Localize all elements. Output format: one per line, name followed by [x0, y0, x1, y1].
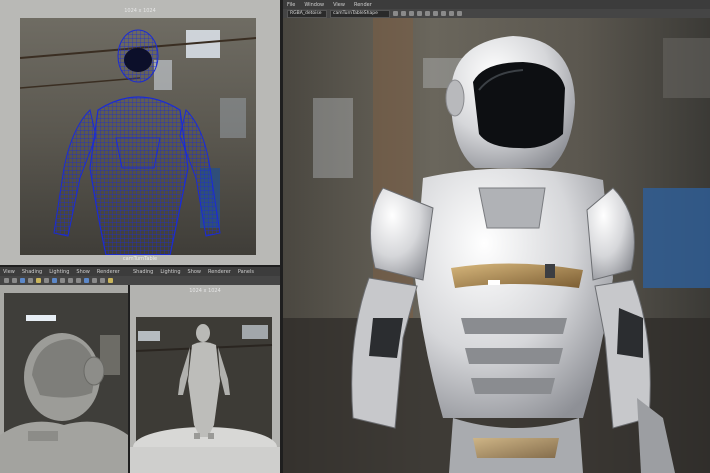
menu-window[interactable]: Window: [304, 2, 324, 8]
render-view-toolbar: RGBA_detoise camTurnTableShape: [283, 9, 710, 18]
zoom-icon[interactable]: [457, 11, 462, 16]
menu-shading-2[interactable]: Shading: [133, 269, 153, 275]
top-viewport-camera-label: camTurnTable: [122, 256, 158, 262]
gamma-icon[interactable]: [108, 278, 113, 283]
menu-renderer-2[interactable]: Renderer: [208, 269, 231, 275]
helmet-scene: [0, 293, 128, 473]
menu-view[interactable]: View: [3, 269, 15, 275]
layer-dropdown[interactable]: RGBA_detoise: [287, 9, 327, 18]
resolution-gate-icon[interactable]: [92, 278, 97, 283]
figure-viewport[interactable]: 1024 x 1024: [130, 285, 280, 473]
menu-renderer[interactable]: Renderer: [97, 269, 120, 275]
camera-dropdown[interactable]: camTurnTableShape: [330, 9, 390, 18]
menu-show[interactable]: Show: [76, 269, 90, 275]
color-icon[interactable]: [425, 11, 430, 16]
wireframe-viewport[interactable]: [20, 18, 256, 255]
left-top-panel: 1024 x 1024 camTurnTable: [0, 0, 280, 265]
frame-icon[interactable]: [76, 278, 81, 283]
grid-icon[interactable]: [28, 278, 33, 283]
xray-icon[interactable]: [60, 278, 65, 283]
figure-viewport-resolution: 1024 x 1024: [189, 288, 221, 294]
menu-shading[interactable]: Shading: [22, 269, 42, 275]
menu-file[interactable]: File: [287, 2, 295, 8]
bottom-left-menubar: View Shading Lighting Show Renderer: [0, 267, 131, 276]
menu-view-render[interactable]: View: [333, 2, 345, 8]
menu-render[interactable]: Render: [354, 2, 372, 8]
menu-show-2[interactable]: Show: [188, 269, 202, 275]
gamma-icon-render[interactable]: [441, 11, 446, 16]
menu-lighting[interactable]: Lighting: [49, 269, 69, 275]
bottom-toolbar: [0, 276, 284, 285]
texture-icon[interactable]: [52, 278, 57, 283]
render-icon[interactable]: [393, 11, 398, 16]
bottom-right-menubar: Shading Lighting Show Renderer Panels: [130, 267, 283, 276]
shade-icon[interactable]: [44, 278, 49, 283]
render-image[interactable]: [283, 18, 710, 473]
top-viewport-resolution: 1024 x 1024: [124, 8, 156, 14]
exposure-icon[interactable]: [433, 11, 438, 16]
snapshot-icon[interactable]: [401, 11, 406, 16]
hud-icon[interactable]: [100, 278, 105, 283]
isolate-icon[interactable]: [68, 278, 73, 283]
helmet-viewport[interactable]: [0, 285, 128, 473]
move-icon[interactable]: [12, 278, 17, 283]
select-icon[interactable]: [4, 278, 9, 283]
render-view-menubar: File Window View Render: [283, 0, 710, 9]
figure-scene: [130, 317, 280, 473]
render-scene: [283, 18, 710, 473]
menu-lighting-2[interactable]: Lighting: [160, 269, 180, 275]
pause-icon[interactable]: [417, 11, 422, 16]
camera-icon[interactable]: [20, 278, 25, 283]
menu-panels[interactable]: Panels: [238, 269, 254, 275]
channel-icon[interactable]: [449, 11, 454, 16]
wireframe-scene: [20, 18, 256, 255]
region-icon[interactable]: [409, 11, 414, 16]
film-gate-icon[interactable]: [84, 278, 89, 283]
light-icon[interactable]: [36, 278, 41, 283]
